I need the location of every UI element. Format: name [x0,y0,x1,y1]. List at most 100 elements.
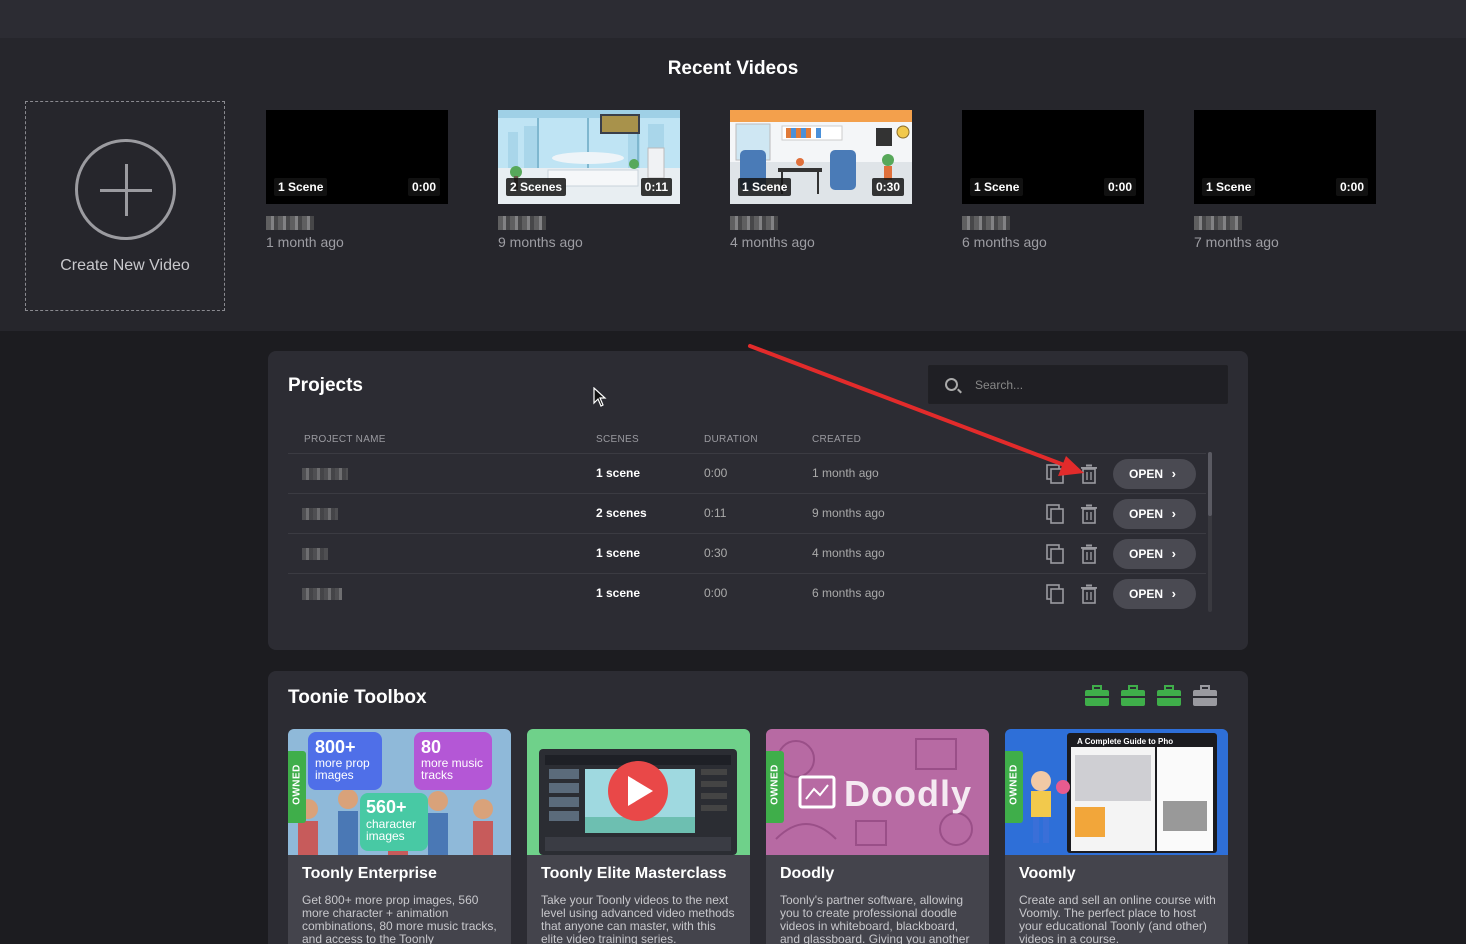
character-count-caption: character images [366,817,417,843]
trash-icon[interactable] [1080,464,1098,484]
video-thumbnail[interactable]: 1 Scene 0:30 [730,110,912,204]
duplicate-icon[interactable] [1046,504,1064,524]
scene-count-badge: 1 Scene [738,178,792,196]
doodly-image: Doodly OWNED [766,729,989,855]
trash-icon[interactable] [1080,544,1098,564]
toolbox-card-voomly[interactable]: A Complete Guide to Pho OWNED Voomly Cre… [1005,729,1228,944]
column-header-duration: DURATION [704,434,758,445]
toolbox-title: Toonie Toolbox [288,687,427,708]
card-title: Toonly Elite Masterclass [541,865,727,882]
video-age: 4 months ago [730,234,815,250]
video-name-blurred [1194,216,1242,230]
duration-badge: 0:11 [640,178,672,196]
chevron-right-icon: › [1171,466,1176,481]
open-label: OPEN [1129,467,1164,481]
duplicate-icon[interactable] [1046,584,1064,604]
scrollbar-thumb[interactable] [1208,452,1212,516]
duration-badge: 0:00 [1103,178,1136,196]
masterclass-image [527,729,750,855]
video-thumbnail[interactable]: 2 Scenes 0:11 [498,110,680,204]
voomly-image: A Complete Guide to Pho OWNED [1005,729,1228,855]
duration-badge: 0:00 [407,178,440,196]
row-duration: 0:00 [704,466,728,480]
video-age: 9 months ago [498,234,583,250]
projects-title: Projects [288,375,363,396]
trash-icon[interactable] [1080,504,1098,524]
recent-video-card[interactable]: 2 Scenes 0:11 9 months ago [498,110,680,250]
video-age: 1 month ago [266,234,344,250]
toolbox-card-toonly-enterprise[interactable]: 800+ more prop images 80 more music trac… [288,729,511,944]
open-label: OPEN [1129,587,1164,601]
toonie-toolbox-panel: Toonie Toolbox 800+ more prop images 80 … [268,671,1248,944]
projects-scrollbar[interactable] [1208,452,1212,612]
toolbox-icon-inactive [1193,685,1217,706]
open-project-button[interactable]: OPEN › [1113,499,1196,529]
open-project-button[interactable]: OPEN › [1113,459,1196,489]
prop-count-text: 800+ [315,737,356,757]
recent-video-card[interactable]: 1 Scene 0:30 4 months ago [730,110,912,250]
row-scenes: 1 scene [596,546,641,560]
table-row[interactable]: 1 scene 0:00 6 months ago OPEN › [288,573,1206,613]
row-created: 1 month ago [812,466,879,480]
plus-circle-icon [75,139,176,240]
search-input[interactable] [975,375,1215,395]
music-count-text: 80 [421,737,442,757]
toolbox-card-toonly-elite-masterclass[interactable]: Toonly Elite Masterclass Take your Toonl… [527,729,750,944]
prop-count-caption: more prop images [315,756,370,782]
duplicate-icon[interactable] [1046,464,1064,484]
toolbox-icon [1121,685,1145,706]
chevron-right-icon: › [1171,546,1176,561]
video-thumbnail[interactable]: 1 Scene 0:00 [962,110,1144,204]
recent-video-card[interactable]: 1 Scene 0:00 7 months ago [1194,110,1376,250]
toolbox-icon [1157,685,1181,706]
create-new-video-label: Create New Video [60,257,190,274]
video-thumbnail[interactable]: 1 Scene 0:00 [1194,110,1376,204]
card-description: Get 800+ more prop images, 560 more char… [302,893,497,944]
toolbox-card-doodly[interactable]: Doodly OWNED Doodly Toonly's partner sof… [766,729,989,944]
column-header-scenes: SCENES [596,434,639,445]
open-project-button[interactable]: OPEN › [1113,539,1196,569]
owned-badge: OWNED [766,751,784,823]
row-duration: 0:11 [704,506,727,520]
column-header-created: CREATED [812,434,862,445]
row-scenes: 1 scene [596,466,641,480]
project-name-blurred [302,588,342,600]
toonly-enterprise-image: 800+ more prop images 80 more music trac… [288,729,511,855]
search-icon [945,378,958,391]
video-thumbnail[interactable]: 1 Scene 0:00 [266,110,448,204]
video-name-blurred [498,216,546,230]
toolbox-icon [1085,685,1109,706]
projects-panel: Projects PROJECT NAME SCENES DURATION CR… [268,351,1248,650]
row-duration: 0:30 [704,546,728,560]
doodly-logo-text: Doodly [844,773,972,814]
row-scenes: 2 scenes [596,506,647,520]
scene-count-badge: 1 Scene [274,178,328,196]
row-scenes: 1 scene [596,586,641,600]
card-title: Toonly Enterprise [302,865,437,882]
open-project-button[interactable]: OPEN › [1113,579,1196,609]
scene-count-badge: 1 Scene [970,178,1024,196]
scene-count-badge: 2 Scenes [506,178,567,196]
owned-badge: OWNED [1005,751,1023,823]
music-count-caption: more music tracks [421,756,484,782]
duration-badge: 0:30 [871,178,904,196]
top-bar [0,0,1466,38]
search-box[interactable] [928,365,1228,404]
column-header-project-name: PROJECT NAME [304,434,386,445]
recent-video-card[interactable]: 1 Scene 0:00 1 month ago [266,110,448,250]
table-row[interactable]: 2 scenes 0:11 9 months ago OPEN › [288,493,1206,533]
duplicate-icon[interactable] [1046,544,1064,564]
row-duration: 0:00 [704,586,728,600]
card-title: Doodly [780,865,835,882]
recent-videos-title: Recent Videos [667,58,799,79]
recent-video-card[interactable]: 1 Scene 0:00 6 months ago [962,110,1144,250]
table-row[interactable]: 1 scene 0:00 1 month ago OPEN › [288,453,1206,493]
create-new-video-button[interactable]: Create New Video [25,101,225,311]
project-name-blurred [302,548,328,560]
voomly-guide-headline: A Complete Guide to Pho [1077,737,1174,746]
trash-icon[interactable] [1080,584,1098,604]
row-created: 6 months ago [812,586,885,600]
card-description: Create and sell an online course with Vo… [1019,893,1216,944]
row-created: 9 months ago [812,506,885,520]
table-row[interactable]: 1 scene 0:30 4 months ago OPEN › [288,533,1206,573]
